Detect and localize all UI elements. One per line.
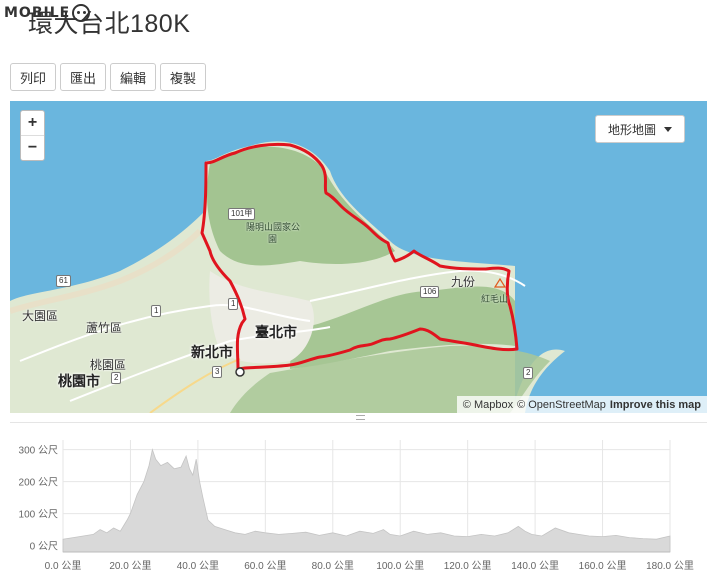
resize-handle[interactable] — [356, 415, 365, 420]
export-button[interactable]: 匯出 — [60, 63, 107, 91]
x-tick-label: 140.0 公里 — [511, 560, 559, 572]
map-label-park-2: 園 — [268, 234, 278, 244]
x-tick-label: 60.0 公里 — [244, 560, 286, 572]
osm-attribution-link[interactable]: © OpenStreetMap — [517, 399, 606, 411]
x-tick-label: 120.0 公里 — [444, 560, 492, 572]
y-tick-label: 0 公尺 — [30, 541, 58, 553]
road-shield-1b: 1 — [228, 298, 239, 310]
elevation-chart[interactable]: 300 公尺 200 公尺 100 公尺 0 公尺 0.0 公里 20.0 公里 40.0 … — [0, 430, 720, 582]
caret-down-icon — [664, 126, 672, 132]
y-tick-label: 200 公尺 — [19, 477, 58, 489]
edit-button[interactable]: 編輯 — [110, 63, 157, 91]
smiley-face-icon — [72, 4, 91, 22]
map-label-dayuan: 大園區 — [22, 309, 59, 323]
road-shield-1a: 1 — [151, 305, 162, 317]
route-map[interactable]: + − 地形地圖 陽明山國家公 園 九份 紅毛山 大園區 蘆竹區 桃園區 桃園市… — [10, 101, 707, 413]
map-label-hongmao: 紅毛山 — [481, 294, 509, 304]
road-shield-106: 106 — [420, 286, 440, 298]
mountain-area-north — [207, 146, 395, 266]
y-tick-label: 100 公尺 — [19, 509, 58, 521]
road-shield-101: 101甲 — [228, 208, 256, 220]
zoom-out-button[interactable]: − — [21, 135, 44, 160]
print-button[interactable]: 列印 — [10, 63, 57, 91]
road-shield-2a: 2 — [111, 372, 122, 384]
road-shield-61: 61 — [56, 275, 71, 287]
map-label-taipei: 臺北市 — [255, 324, 297, 340]
x-tick-label: 180.0 公里 — [646, 560, 694, 572]
map-layer-label: 地形地圖 — [607, 122, 656, 137]
x-tick-label: 160.0 公里 — [579, 560, 627, 572]
map-label-luzhu: 蘆竹區 — [86, 321, 123, 335]
x-tick-label: 20.0 公里 — [109, 560, 151, 572]
mapbox-attribution-link[interactable]: © Mapbox — [463, 399, 513, 411]
site-logo: MOBILE — [4, 2, 91, 24]
elevation-area — [62, 448, 671, 553]
improve-map-link[interactable]: Improve this map — [610, 399, 701, 411]
road-shield-3: 3 — [212, 366, 223, 378]
x-tick-label: 100.0 公里 — [376, 560, 424, 572]
x-tick-label: 0.0 公里 — [45, 560, 82, 572]
map-attribution: © Mapbox © OpenStreetMap Improve this ma… — [456, 396, 707, 413]
start-finish-marker — [235, 367, 245, 377]
map-label-jiufen: 九份 — [451, 275, 476, 289]
x-tick-label: 80.0 公里 — [312, 560, 354, 572]
map-layer-select[interactable]: 地形地圖 — [594, 115, 685, 143]
y-tick-label: 300 公尺 — [19, 445, 58, 457]
x-tick-label: 40.0 公里 — [177, 560, 219, 572]
zoom-control: + − — [20, 110, 45, 161]
road-shield-2b: 2 — [523, 367, 534, 379]
map-label-taoyuan-city: 桃園市 — [58, 373, 100, 389]
action-toolbar: 列印 匯出 編輯 複製 — [10, 63, 207, 91]
zoom-in-button[interactable]: + — [21, 111, 44, 135]
copy-button[interactable]: 複製 — [160, 63, 207, 91]
divider — [10, 422, 707, 423]
map-label-new-taipei: 新北市 — [191, 344, 233, 360]
